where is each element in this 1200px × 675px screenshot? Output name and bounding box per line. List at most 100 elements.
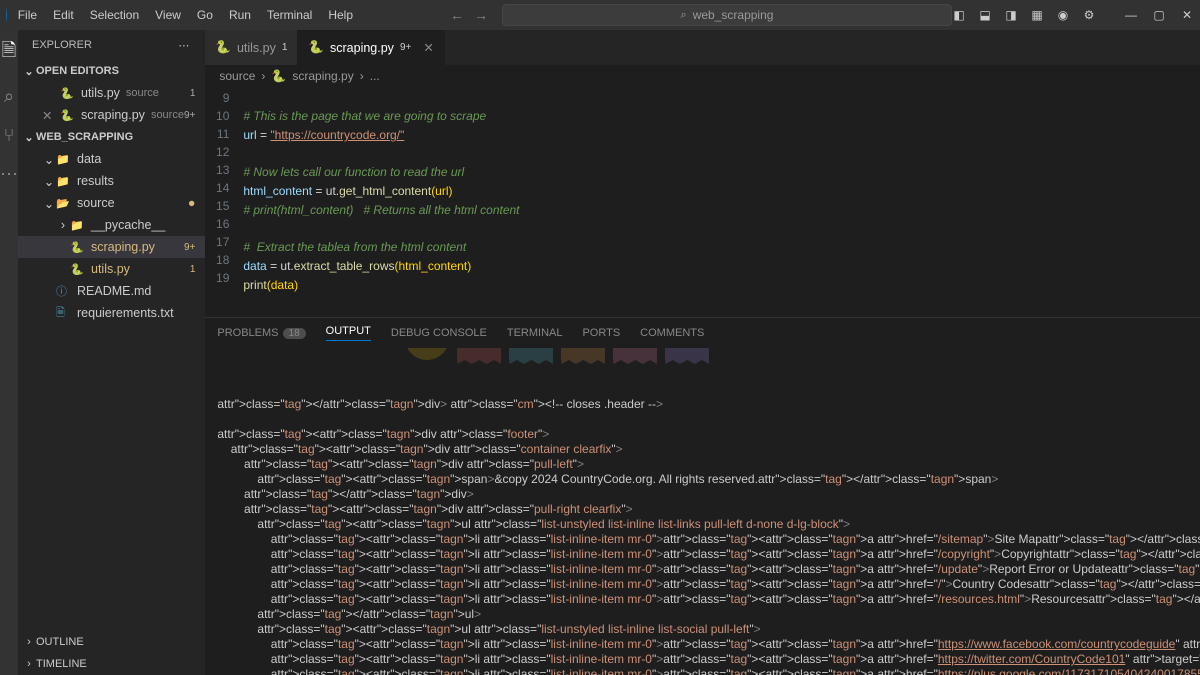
search-text: web_scrapping: [693, 8, 774, 22]
layout-left-icon[interactable]: ◧: [952, 8, 966, 22]
explorer-header: EXPLORER ⋯: [18, 30, 205, 60]
editor-tabs: 🐍utils.py1 🐍scraping.py9+✕ ▷ ⌄ ◨ ⋯: [205, 30, 1200, 65]
crumb[interactable]: ...: [370, 69, 380, 83]
menu-view[interactable]: View: [148, 5, 188, 25]
folder-label: source: [77, 196, 115, 210]
timeline-header[interactable]: ›TIMELINE: [18, 653, 205, 675]
more-icon[interactable]: ⋯: [0, 164, 18, 185]
folder-data[interactable]: ⌄📁data: [18, 148, 205, 170]
editor-area: 🐍utils.py1 🐍scraping.py9+✕ ▷ ⌄ ◨ ⋯ sourc…: [205, 30, 1200, 675]
editor-utils[interactable]: 🐍 utils.py source 1: [18, 82, 205, 104]
chevron-down-icon: ⌄: [22, 65, 36, 78]
tab-scraping[interactable]: 🐍 scraping.py 9+ ✕: [298, 30, 444, 65]
panel-tabs: PROBLEMS18 OUTPUT DEBUG CONSOLE TERMINAL…: [205, 318, 1200, 348]
crumb[interactable]: source: [219, 69, 255, 83]
search-icon: ⌕: [681, 9, 687, 22]
chevron-right-icon: ›: [56, 218, 70, 232]
gutter: 910111213141516171819: [205, 87, 243, 317]
tab-terminal[interactable]: TERMINAL: [507, 327, 563, 339]
explorer-icon[interactable]: 🗎: [2, 38, 16, 68]
editor-scraping[interactable]: ✕ 🐍 scraping.py source 9+: [18, 104, 205, 126]
close-icon[interactable]: ✕: [42, 108, 58, 123]
python-icon: 🐍: [70, 241, 86, 254]
layout-bottom-icon[interactable]: ⬓: [978, 8, 992, 22]
forward-icon[interactable]: →: [474, 7, 488, 23]
tab-ports[interactable]: PORTS: [582, 327, 620, 339]
menu-selection[interactable]: Selection: [83, 5, 146, 25]
folder-pycache[interactable]: ›📁 __pycache__: [18, 214, 205, 236]
file-readme[interactable]: ⓘREADME.md: [18, 280, 205, 302]
file-requirements[interactable]: 🗎requierements.txt: [18, 302, 205, 324]
crumb[interactable]: scraping.py: [292, 69, 353, 83]
gear-icon[interactable]: ⚙: [1082, 8, 1096, 22]
source-control-icon[interactable]: ⑂: [4, 125, 15, 146]
titlebar: File Edit Selection View Go Run Terminal…: [0, 0, 1200, 30]
code-content[interactable]: # This is the page that we are going to …: [243, 87, 1200, 317]
outline-label: OUTLINE: [36, 636, 84, 648]
layout-right-icon[interactable]: ◨: [1004, 8, 1018, 22]
menu-help[interactable]: Help: [321, 5, 360, 25]
tab-problems[interactable]: PROBLEMS18: [217, 327, 305, 339]
activity-bar: 🗎 ⌕ ⑂ ⋯: [0, 30, 18, 675]
breadcrumb[interactable]: source› 🐍scraping.py› ...: [205, 65, 1200, 87]
open-editors-header[interactable]: ⌄ OPEN EDITORS: [18, 60, 205, 82]
chevron-right-icon: ›: [22, 636, 36, 648]
project-header[interactable]: ⌄ WEB_SCRAPPING: [18, 126, 205, 148]
sidebar-bottom: ›OUTLINE ›TIMELINE: [18, 631, 205, 675]
python-icon: 🐍: [215, 40, 231, 55]
bottom-panel: PROBLEMS18 OUTPUT DEBUG CONSOLE TERMINAL…: [205, 317, 1200, 675]
close-icon[interactable]: ✕: [1180, 8, 1194, 22]
folder-results[interactable]: ⌄📁results: [18, 170, 205, 192]
maximize-icon[interactable]: ▢: [1152, 8, 1166, 22]
tab-utils[interactable]: 🐍 utils.py 1: [205, 30, 298, 65]
chevron-down-icon: ⌄: [42, 174, 56, 189]
file-scraping[interactable]: 🐍scraping.py9+: [18, 236, 205, 258]
tab-debug[interactable]: DEBUG CONSOLE: [391, 327, 487, 339]
explorer-more-icon[interactable]: ⋯: [178, 39, 191, 52]
close-icon[interactable]: ✕: [423, 40, 433, 55]
search-input[interactable]: ⌕ web_scrapping: [502, 4, 952, 26]
tab-badge: 1: [282, 42, 288, 53]
folder-icon: 📁: [70, 219, 86, 232]
main: 🗎 ⌕ ⑂ ⋯ EXPLORER ⋯ ⌄ OPEN EDITORS 🐍 util…: [0, 30, 1200, 675]
menu-terminal[interactable]: Terminal: [260, 5, 319, 25]
tab-badge: 9+: [400, 42, 411, 53]
folder-icon: 📁: [56, 153, 72, 166]
menu-edit[interactable]: Edit: [46, 5, 81, 25]
file-label: scraping.py: [91, 240, 155, 254]
folder-icon: 📁: [56, 175, 72, 188]
tab-output[interactable]: OUTPUT: [326, 325, 371, 341]
account-icon[interactable]: ◉: [1056, 8, 1070, 22]
window-controls: — ▢ ✕: [1124, 8, 1194, 22]
python-icon: 🐍: [308, 40, 324, 55]
file-tree: ⌄📁data ⌄📁results ⌄📂source● ›📁__pycache__…: [18, 148, 205, 324]
output-body[interactable]: attr">class="tag"></attr">class="tagn">d…: [205, 348, 1200, 675]
menu-run[interactable]: Run: [222, 5, 258, 25]
layout-grid-icon[interactable]: ▦: [1030, 8, 1044, 22]
file-label: scraping.py: [81, 108, 145, 122]
title-actions: ◧ ⬓ ◨ ▦ ◉ ⚙ — ▢ ✕: [952, 8, 1194, 22]
folder-label: data: [77, 152, 101, 166]
tab-comments[interactable]: COMMENTS: [640, 327, 704, 339]
dir-label: source: [126, 87, 159, 99]
chevron-down-icon: ⌄: [42, 196, 56, 211]
code-editor[interactable]: 910111213141516171819 # This is the page…: [205, 87, 1200, 317]
file-label: utils.py: [91, 262, 130, 276]
menu-go[interactable]: Go: [190, 5, 220, 25]
folder-label: __pycache__: [91, 218, 165, 232]
explorer-title: EXPLORER: [32, 39, 92, 51]
tab-label: utils.py: [237, 41, 276, 55]
chevron-right-icon: ›: [22, 658, 36, 670]
search-icon[interactable]: ⌕: [4, 86, 14, 107]
folder-source[interactable]: ⌄📂source●: [18, 192, 205, 214]
file-label: README.md: [77, 284, 151, 298]
tab-label: scraping.py: [330, 41, 394, 55]
outline-header[interactable]: ›OUTLINE: [18, 631, 205, 653]
menu-file[interactable]: File: [11, 5, 44, 25]
ghost-decoration: [405, 348, 709, 360]
file-utils[interactable]: 🐍utils.py1: [18, 258, 205, 280]
problems-badge: 18: [283, 328, 306, 339]
back-icon[interactable]: ←: [450, 7, 464, 23]
minimize-icon[interactable]: —: [1124, 8, 1138, 22]
chevron-right-icon: ›: [261, 69, 265, 83]
